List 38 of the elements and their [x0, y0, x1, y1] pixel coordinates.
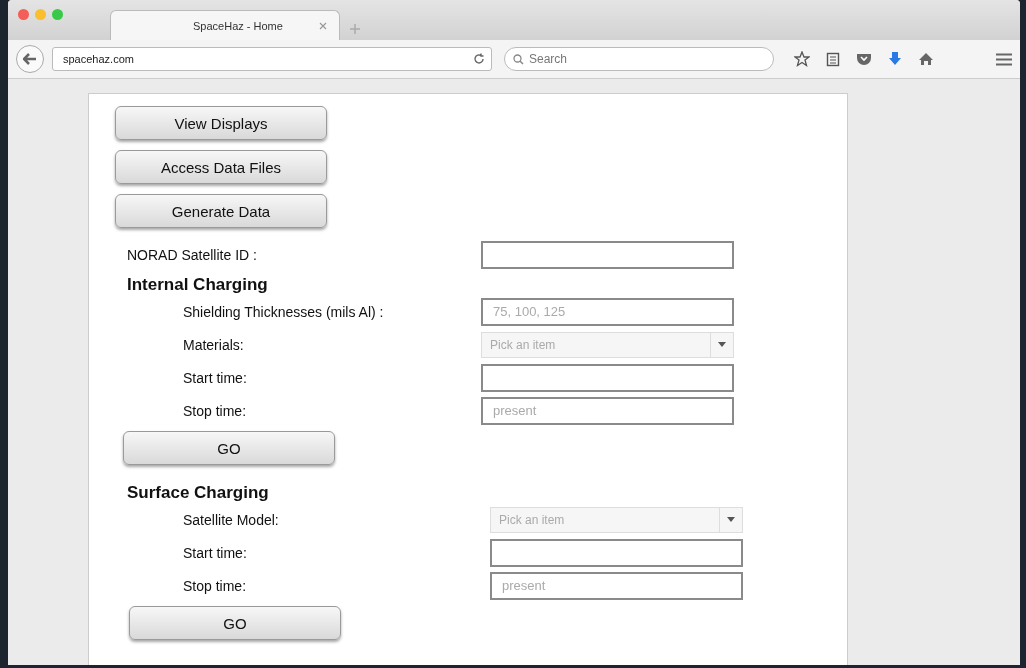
- caret-icon: [727, 517, 735, 522]
- field-label: Satellite Model:: [182, 511, 280, 528]
- star-icon[interactable]: [794, 51, 810, 67]
- search-field[interactable]: Search: [504, 47, 774, 71]
- back-arrow-icon: [23, 53, 37, 65]
- clipboard-icon[interactable]: [826, 51, 840, 67]
- home-icon[interactable]: [918, 52, 934, 66]
- pocket-icon[interactable]: [856, 52, 872, 66]
- close-icon[interactable]: [319, 21, 327, 30]
- text-field[interactable]: [490, 538, 743, 567]
- go-button[interactable]: GO: [129, 606, 341, 640]
- field-label: NORAD Satellite ID :: [126, 246, 258, 263]
- field-label: Stop time:: [182, 402, 248, 419]
- back-button[interactable]: [16, 45, 44, 73]
- search-icon: [513, 53, 524, 65]
- go-button[interactable]: GO: [123, 431, 335, 465]
- section-heading: Surface Charging: [127, 483, 269, 503]
- download-icon[interactable]: [888, 51, 902, 67]
- nav-button[interactable]: View Displays: [115, 106, 327, 140]
- menu-icon[interactable]: [996, 52, 1012, 66]
- field-label: Stop time:: [182, 577, 248, 594]
- field-label: Start time:: [182, 369, 248, 386]
- close-window-icon[interactable]: [18, 9, 29, 20]
- browser-tab[interactable]: SpaceHaz - Home: [110, 10, 340, 40]
- nav-button[interactable]: Generate Data: [115, 194, 327, 228]
- reload-icon[interactable]: [473, 53, 485, 65]
- text-field[interactable]: present: [481, 396, 734, 425]
- nav-button[interactable]: Access Data Files: [115, 150, 327, 184]
- caret-icon: [718, 342, 726, 347]
- field-label: Start time:: [182, 544, 248, 561]
- address-bar[interactable]: spacehaz.com: [52, 47, 492, 71]
- field-label: Shielding Thicknesses (mils Al) :: [182, 303, 385, 320]
- text-field[interactable]: 75, 100, 125: [481, 297, 734, 326]
- text-field[interactable]: present: [490, 571, 743, 600]
- field-label: Materials:: [182, 336, 245, 353]
- text-field[interactable]: [481, 363, 734, 392]
- section-heading: Internal Charging: [127, 275, 268, 295]
- text-field[interactable]: [481, 240, 734, 269]
